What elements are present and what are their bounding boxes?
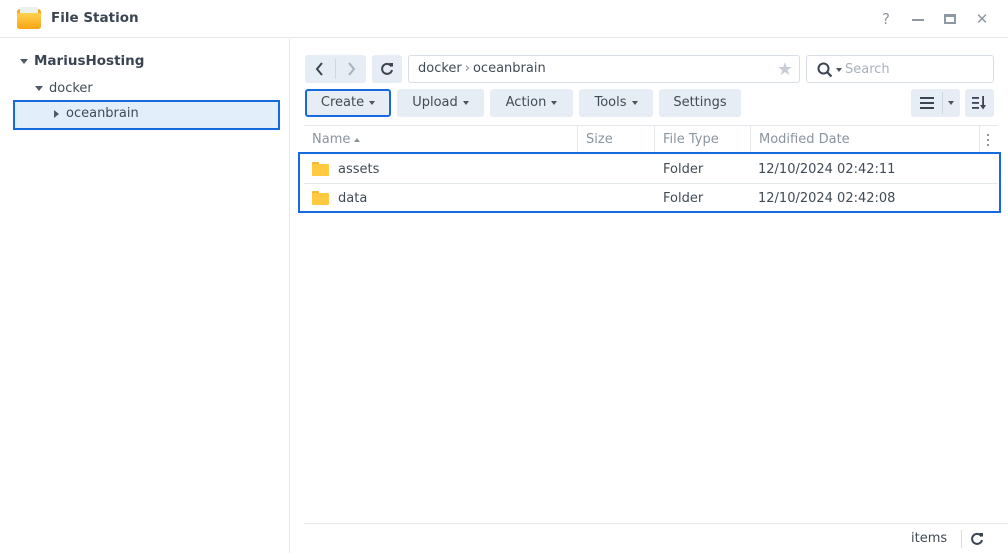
- app-title: File Station: [51, 10, 139, 26]
- close-button[interactable]: ✕: [972, 9, 992, 29]
- upload-button[interactable]: Upload: [397, 89, 484, 117]
- tree-item-label: oceanbrain: [66, 106, 139, 121]
- search-options-caret-icon[interactable]: [836, 68, 842, 72]
- breadcrumb: docker › oceanbrain: [418, 61, 546, 76]
- column-label: Name: [312, 132, 351, 147]
- close-icon: ✕: [975, 10, 989, 28]
- sort-button[interactable]: [965, 89, 994, 117]
- minimize-button[interactable]: [908, 9, 928, 29]
- tools-label: Tools: [594, 95, 627, 110]
- tree-item-oceanbrain[interactable]: oceanbrain: [54, 103, 139, 125]
- column-header-file-type[interactable]: File Type: [655, 126, 751, 153]
- sort-icon: [972, 96, 986, 110]
- settings-button[interactable]: Settings: [659, 89, 741, 117]
- help-icon: ?: [882, 10, 890, 28]
- column-label: File Type: [663, 132, 719, 147]
- column-header-size[interactable]: Size: [578, 126, 655, 153]
- chevron-down-icon: [369, 100, 376, 105]
- column-header-name[interactable]: Name: [304, 126, 578, 153]
- expand-arrow-icon[interactable]: [20, 58, 28, 64]
- footer-refresh-button[interactable]: [967, 529, 987, 549]
- breadcrumb-item-docker[interactable]: docker: [418, 61, 462, 76]
- view-mode-dropdown[interactable]: [943, 89, 960, 117]
- search-input[interactable]: [845, 59, 985, 79]
- file-station-folder-icon: [17, 7, 41, 29]
- star-icon[interactable]: ★: [777, 59, 793, 80]
- breadcrumb-item-oceanbrain[interactable]: oceanbrain: [473, 61, 546, 76]
- collapse-arrow-icon[interactable]: [54, 109, 59, 118]
- maximize-icon: [944, 14, 956, 24]
- help-button[interactable]: ?: [876, 9, 896, 29]
- status-bar: items: [304, 523, 1008, 553]
- tree-item-docker[interactable]: docker: [35, 78, 93, 100]
- minimize-icon: [912, 19, 924, 21]
- sort-ascending-icon: [354, 137, 361, 142]
- rows-highlight-box: [298, 152, 1001, 213]
- chevron-left-icon: [315, 62, 323, 76]
- path-bar[interactable]: docker › oceanbrain ★: [408, 55, 800, 83]
- tools-button[interactable]: Tools: [579, 89, 653, 117]
- chevron-down-icon: [631, 100, 638, 105]
- expand-arrow-icon[interactable]: [35, 86, 43, 91]
- refresh-icon: [381, 62, 393, 75]
- upload-label: Upload: [412, 95, 458, 110]
- refresh-button[interactable]: [372, 55, 402, 83]
- create-label: Create: [320, 95, 365, 110]
- view-mode-group: [911, 89, 960, 117]
- maximize-button[interactable]: [940, 9, 960, 29]
- chevron-down-icon: [551, 100, 558, 105]
- tree-item-root[interactable]: MariusHosting: [20, 50, 144, 72]
- settings-label: Settings: [673, 95, 727, 110]
- breadcrumb-separator: ›: [464, 61, 470, 76]
- file-list-header: Name Size File Type Modified Date: [304, 125, 998, 153]
- chevron-down-icon: [462, 100, 469, 105]
- history-nav: [305, 55, 366, 83]
- folder-tree-sidebar: MariusHosting docker oceanbrain: [0, 39, 290, 553]
- refresh-icon: [971, 532, 983, 545]
- tree-item-label: MariusHosting: [34, 53, 145, 69]
- list-view-button[interactable]: [911, 89, 942, 117]
- create-button[interactable]: Create: [305, 89, 391, 117]
- column-header-modified-date[interactable]: Modified Date: [751, 126, 980, 153]
- chevron-down-icon: [948, 101, 954, 105]
- action-label: Action: [505, 95, 547, 110]
- column-options-menu[interactable]: [982, 132, 994, 148]
- title-bar: File Station ? ✕: [0, 0, 1008, 38]
- search-icon[interactable]: [817, 62, 833, 78]
- back-button[interactable]: [305, 55, 335, 83]
- column-label: Size: [586, 132, 613, 147]
- chevron-right-icon: [348, 62, 356, 76]
- search-field[interactable]: [806, 55, 994, 83]
- items-count-label: items: [911, 531, 948, 546]
- action-button[interactable]: Action: [490, 89, 573, 117]
- column-label: Modified Date: [759, 132, 850, 147]
- tree-item-label: docker: [49, 81, 93, 96]
- list-view-icon: [920, 97, 934, 109]
- forward-button[interactable]: [336, 55, 366, 83]
